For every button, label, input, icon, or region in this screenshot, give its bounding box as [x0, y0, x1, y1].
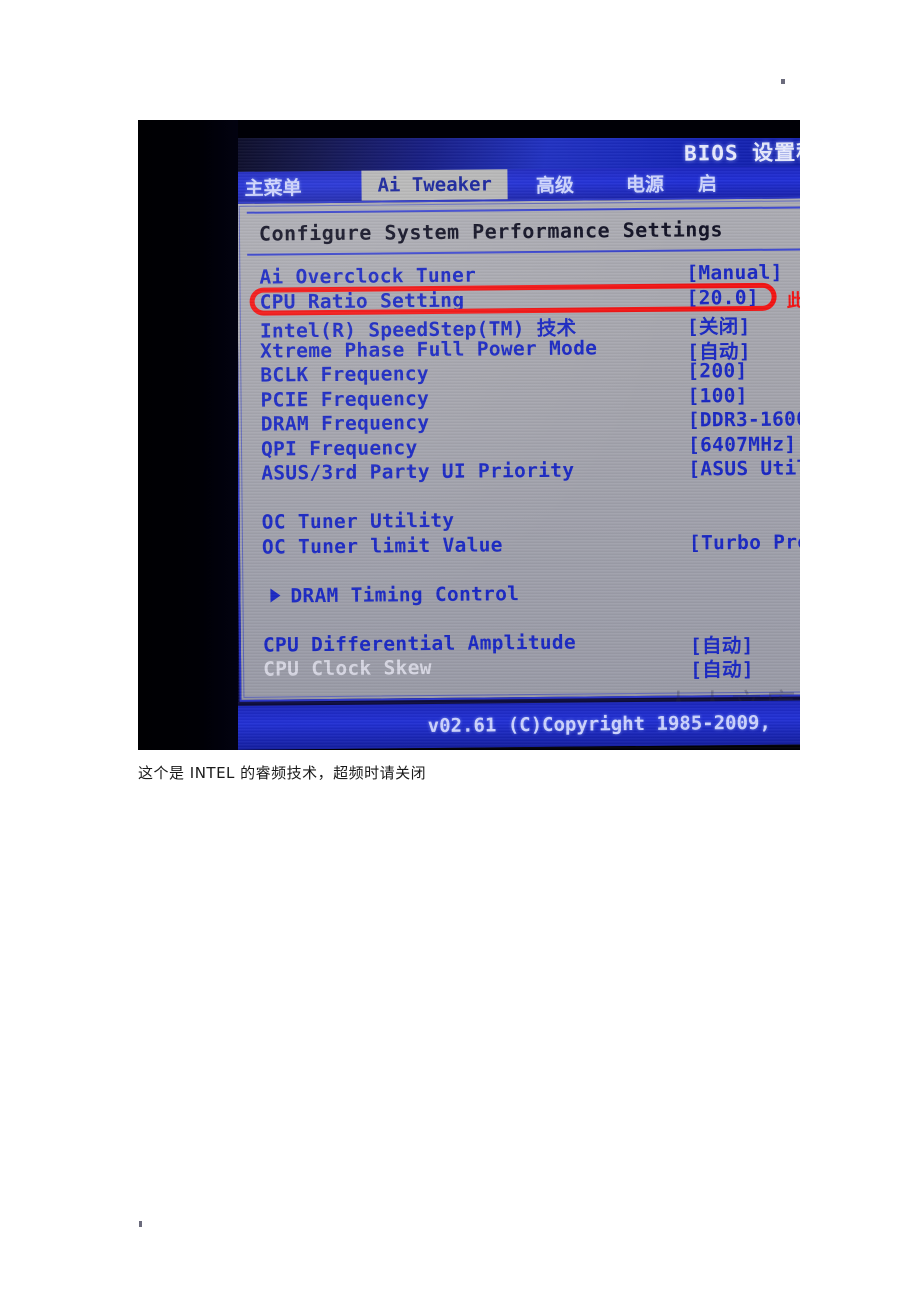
- setting-value: [DDR3-1600: [687, 407, 800, 432]
- bios-screen: BIOS 设置程 主菜单 Ai Tweaker 高级 电源 启 Configur…: [222, 126, 800, 750]
- setting-label: DRAM Frequency: [260, 411, 430, 436]
- setting-label: Ai Overclock Tuner: [259, 263, 477, 289]
- setting-value: [20.0]: [686, 285, 759, 310]
- red-annotation-text: 此i: [786, 289, 800, 312]
- setting-value: [6407MHz]: [687, 432, 797, 457]
- setting-value: [100]: [687, 383, 748, 408]
- setting-label: CPU Ratio Setting: [259, 288, 465, 314]
- setting-value: [Manual]: [686, 260, 783, 285]
- setting-row-cpu-clock-skew[interactable]: CPU Clock Skew [自动]: [263, 652, 800, 682]
- tab-main-menu[interactable]: 主菜单: [222, 171, 361, 202]
- page-speck-top: [781, 79, 785, 84]
- photo-dark-left-edge: [138, 120, 238, 750]
- photo-caption: 这个是 INTEL 的睿频技术，超频时请关闭: [138, 764, 427, 782]
- setting-label: CPU Differential Amplitude: [262, 630, 577, 657]
- bios-screen-photo: BIOS 设置程 主菜单 Ai Tweaker 高级 电源 启 Configur…: [138, 120, 800, 750]
- setting-label: OC Tuner Utility: [261, 508, 455, 534]
- setting-label: DRAM Timing Control: [290, 581, 520, 607]
- bios-content-panel: Configure System Performance Settings Ai…: [234, 196, 800, 750]
- document-page: BIOS 设置程 主菜单 Ai Tweaker 高级 电源 启 Configur…: [0, 0, 920, 1302]
- setting-label: Xtreme Phase Full Power Mode: [259, 335, 598, 363]
- setting-label: PCIE Frequency: [260, 386, 430, 412]
- bios-header-title: BIOS 设置程: [683, 140, 800, 166]
- tab-advanced[interactable]: 高级: [508, 168, 602, 199]
- setting-label: OC Tuner limit Value: [261, 532, 503, 559]
- setting-value: [Turbo Pro: [688, 529, 800, 555]
- section-title: Configure System Performance Settings: [258, 217, 724, 246]
- bios-footer-bar: v02.61 (C)Copyright 1985-2009,: [227, 700, 800, 750]
- setting-value: [200]: [687, 358, 748, 383]
- setting-value: [ASUS Util: [688, 456, 800, 481]
- tab-power[interactable]: 电源: [602, 168, 688, 199]
- page-speck-bottom: [139, 1221, 142, 1227]
- setting-label: QPI Frequency: [260, 435, 418, 461]
- tab-ai-tweaker[interactable]: Ai Tweaker: [361, 169, 509, 201]
- tab-boot[interactable]: 启: [688, 167, 727, 197]
- submenu-arrow-icon: [270, 587, 281, 603]
- bios-settings-list: Ai Overclock Tuner [Manual] CPU Ratio Se…: [249, 260, 800, 682]
- setting-value: [自动]: [690, 657, 754, 682]
- setting-label: ASUS/3rd Party UI Priority: [261, 458, 575, 485]
- setting-label: BCLK Frequency: [260, 362, 430, 387]
- setting-label: CPU Clock Skew: [263, 656, 432, 681]
